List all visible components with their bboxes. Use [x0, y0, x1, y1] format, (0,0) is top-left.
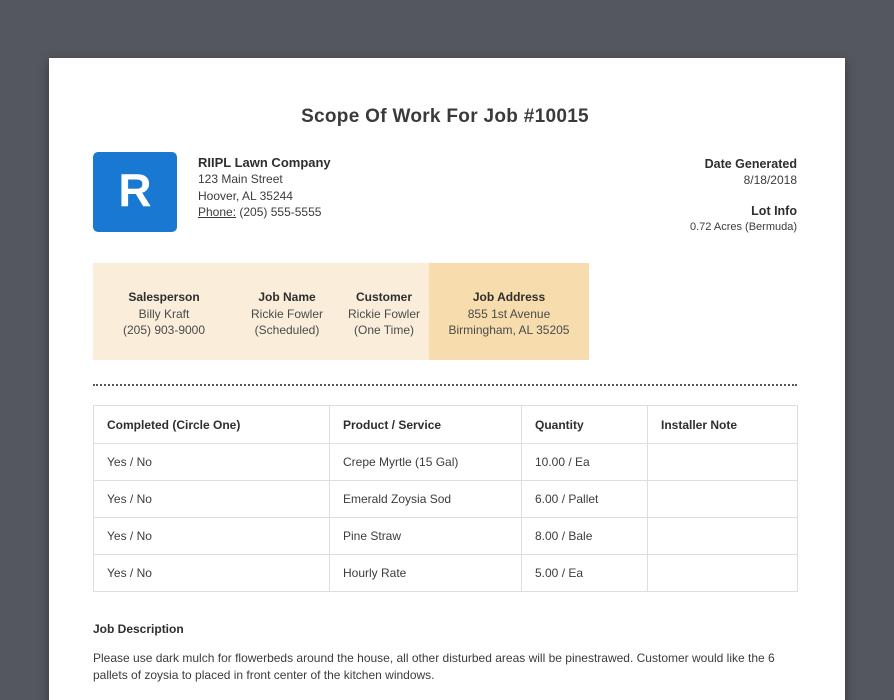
- viewer-backdrop: Scope Of Work For Job #10015 R RIIPL Law…: [0, 0, 894, 700]
- job-name-value: Rickie Fowler: [250, 306, 323, 321]
- cell-installer-note: [647, 480, 798, 518]
- table-header-row: Completed (Circle One) Product / Service…: [93, 405, 798, 444]
- job-address-label: Job Address: [472, 290, 546, 304]
- job-description-paragraph: Please use dark mulch for flowerbeds aro…: [93, 651, 775, 682]
- company-block: R RIIPL Lawn Company 123 Main Street Hoo…: [93, 152, 331, 232]
- job-name-column: Job Name Rickie Fowler (Scheduled): [235, 263, 339, 360]
- cell-installer-note: [647, 443, 798, 481]
- lot-info-label: Lot Info: [751, 204, 797, 218]
- company-info: RIIPL Lawn Company 123 Main Street Hoove…: [198, 152, 331, 221]
- company-address-line1: 123 Main Street: [198, 172, 283, 186]
- cell-quantity: 5.00 / Ea: [521, 554, 648, 592]
- cell-product: Pine Straw: [329, 517, 522, 555]
- salesperson-name: Billy Kraft: [138, 306, 190, 321]
- header-installer-note: Installer Note: [647, 405, 798, 444]
- salesperson-column: Salesperson Billy Kraft (205) 903-9000: [93, 263, 235, 360]
- customer-type: (One Time): [353, 323, 414, 337]
- phone-label: Phone:: [198, 205, 237, 219]
- company-phone: Phone: (205) 555-5555: [198, 204, 331, 221]
- company-address-line2: Hoover, AL 35244: [198, 188, 293, 203]
- salesperson-label: Salesperson: [128, 290, 200, 304]
- cell-completed: Yes / No: [93, 517, 330, 555]
- scope-of-work-table: Completed (Circle One) Product / Service…: [93, 405, 798, 592]
- phone-value: (205) 555-5555: [236, 205, 322, 219]
- job-description-title: Job Description: [93, 622, 184, 636]
- table-row: Yes / No Hourly Rate 5.00 / Ea: [93, 554, 798, 592]
- document-header: R RIIPL Lawn Company 123 Main Street Hoo…: [93, 152, 797, 235]
- company-logo: R: [93, 152, 177, 232]
- header-completed: Completed (Circle One): [93, 405, 330, 444]
- cell-quantity: 10.00 / Ea: [521, 443, 648, 481]
- cell-product: Crepe Myrtle (15 Gal): [329, 443, 522, 481]
- meta-spacer: [690, 188, 797, 203]
- page-title: Scope Of Work For Job #10015: [301, 106, 589, 127]
- table-row: Yes / No Emerald Zoysia Sod 6.00 / Palle…: [93, 480, 798, 518]
- cell-quantity: 6.00 / Pallet: [521, 480, 648, 518]
- job-name-status: (Scheduled): [254, 323, 320, 337]
- date-generated-value: 8/18/2018: [743, 173, 797, 187]
- customer-column: Customer Rickie Fowler (One Time): [339, 263, 429, 360]
- header-product-service: Product / Service: [329, 405, 522, 444]
- lot-info-value: 0.72 Acres (Bermuda): [690, 221, 797, 233]
- date-generated-label: Date Generated: [704, 157, 797, 171]
- meta-block: Date Generated 8/18/2018 Lot Info 0.72 A…: [690, 152, 797, 235]
- company-name: RIIPL Lawn Company: [198, 155, 331, 170]
- job-address-line1: 855 1st Avenue: [467, 306, 551, 321]
- customer-label: Customer: [355, 290, 412, 304]
- job-address-line2: Birmingham, AL 35205: [448, 323, 570, 337]
- header-quantity: Quantity: [521, 405, 648, 444]
- job-info-band: Salesperson Billy Kraft (205) 903-9000 J…: [93, 263, 589, 360]
- cell-completed: Yes / No: [93, 480, 330, 518]
- dotted-divider: [93, 384, 797, 386]
- job-name-label: Job Name: [258, 290, 316, 304]
- cell-installer-note: [647, 554, 798, 592]
- cell-quantity: 8.00 / Bale: [521, 517, 648, 555]
- document-page: Scope Of Work For Job #10015 R RIIPL Law…: [49, 58, 845, 700]
- salesperson-phone: (205) 903-9000: [122, 323, 206, 337]
- table-row: Yes / No Pine Straw 8.00 / Bale: [93, 517, 798, 555]
- cell-product: Hourly Rate: [329, 554, 522, 592]
- cell-completed: Yes / No: [93, 443, 330, 481]
- cell-product: Emerald Zoysia Sod: [329, 480, 522, 518]
- cell-completed: Yes / No: [93, 554, 330, 592]
- cell-installer-note: [647, 517, 798, 555]
- logo-letter-icon: R: [118, 164, 152, 216]
- job-address-column: Job Address 855 1st Avenue Birmingham, A…: [429, 263, 589, 360]
- customer-name: Rickie Fowler: [347, 306, 420, 321]
- table-row: Yes / No Crepe Myrtle (15 Gal) 10.00 / E…: [93, 443, 798, 481]
